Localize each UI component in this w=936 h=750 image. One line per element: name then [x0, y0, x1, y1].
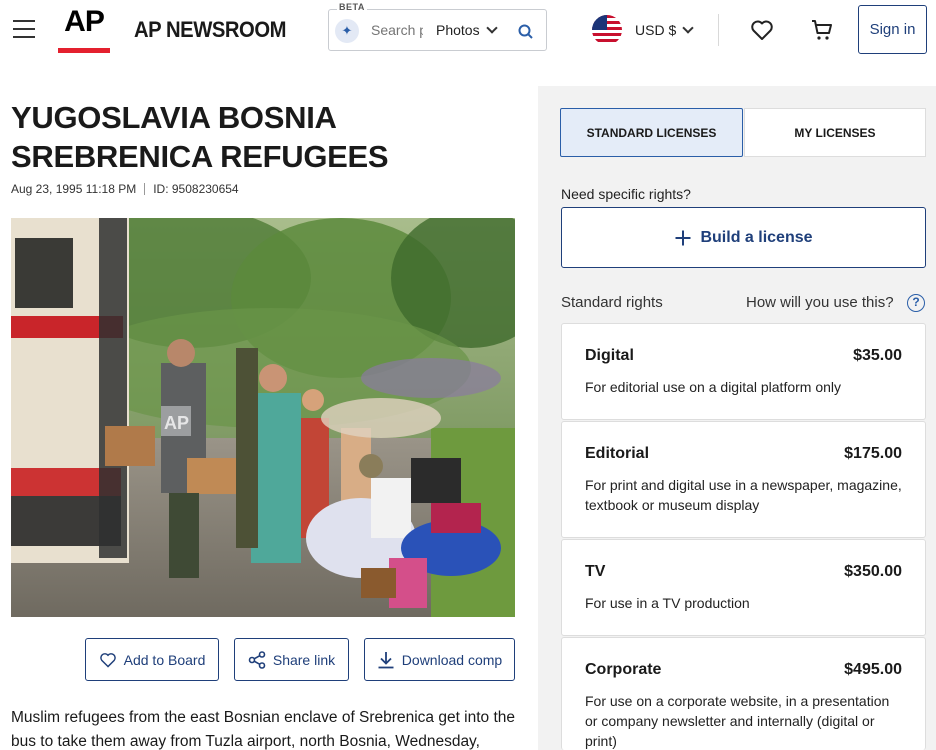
us-flag-icon[interactable] — [592, 15, 622, 45]
license-option-corporate[interactable]: Corporate $495.00 For use on a corporate… — [561, 637, 926, 750]
license-price: $350.00 — [844, 563, 902, 580]
news-photo[interactable]: AP — [11, 218, 515, 617]
add-to-board-label: Add to Board — [123, 651, 206, 668]
license-name: Corporate — [585, 661, 662, 678]
currency-select[interactable]: USD $ — [635, 22, 694, 38]
share-icon — [248, 650, 266, 669]
license-desc: For print and digital use in a newspaper… — [585, 477, 902, 513]
license-name: TV — [585, 563, 606, 580]
page-title: YUGOSLAVIA BOSNIA SREBRENICA REFUGEES — [11, 100, 389, 174]
logo-text: AP — [64, 5, 105, 38]
photo-illustration: AP — [11, 218, 515, 617]
photo-watermark: AP — [164, 413, 189, 433]
beta-badge: BETA — [337, 2, 367, 12]
license-option-editorial[interactable]: Editorial $175.00 For print and digital … — [561, 421, 926, 538]
build-license-button[interactable]: Build a license — [561, 207, 926, 268]
share-link-button[interactable]: Share link — [234, 638, 349, 681]
search-type-select[interactable]: Photos — [436, 22, 498, 38]
download-comp-label: Download comp — [401, 651, 503, 668]
menu-icon[interactable] — [13, 20, 35, 38]
how-use-link[interactable]: How will you use this? — [746, 294, 894, 311]
license-option-digital[interactable]: Digital $35.00 For editorial use on a di… — [561, 323, 926, 420]
download-icon — [378, 651, 394, 668]
photo-meta: Aug 23, 1995 11:18 PM ID: 9508230654 — [11, 182, 239, 196]
heart-icon[interactable] — [750, 19, 774, 41]
need-rights-label: Need specific rights? — [561, 186, 691, 202]
ap-logo[interactable]: AP — [58, 6, 110, 54]
chevron-down-icon — [682, 22, 694, 34]
photo-date: Aug 23, 1995 11:18 PM — [11, 182, 137, 196]
add-to-board-button[interactable]: Add to Board — [85, 638, 219, 681]
header-divider — [718, 14, 719, 46]
search-bar: BETA ✦ Photos — [328, 2, 547, 51]
site-header: AP AP NEWSROOM BETA ✦ Photos USD $ Sign … — [0, 0, 936, 62]
chevron-down-icon — [485, 22, 498, 34]
license-desc: For editorial use on a digital platform … — [585, 379, 842, 395]
tab-my-licenses[interactable]: MY LICENSES — [744, 108, 926, 157]
heart-icon — [99, 652, 116, 668]
logo-red-bar — [58, 48, 110, 53]
plus-icon — [675, 230, 691, 245]
standard-rights-label: Standard rights — [561, 294, 663, 311]
search-input[interactable] — [371, 22, 423, 38]
license-price: $175.00 — [844, 445, 902, 462]
photo-id: ID: 9508230654 — [153, 182, 239, 196]
license-desc: For use on a corporate website, in a pre… — [585, 693, 890, 749]
search-icon[interactable] — [517, 23, 535, 41]
help-icon[interactable]: ? — [907, 294, 925, 312]
license-tabs: STANDARD LICENSES MY LICENSES — [560, 108, 926, 157]
license-price: $35.00 — [853, 347, 902, 364]
download-comp-button[interactable]: Download comp — [364, 638, 515, 681]
license-desc: For use in a TV production — [585, 595, 750, 611]
currency-value: USD $ — [635, 22, 677, 38]
sign-in-button[interactable]: Sign in — [858, 5, 927, 54]
license-price: $495.00 — [844, 661, 902, 678]
brand-name[interactable]: AP NEWSROOM — [134, 17, 286, 43]
license-name: Editorial — [585, 445, 650, 462]
license-name: Digital — [585, 347, 634, 364]
build-license-label: Build a license — [700, 228, 813, 246]
search-type-value: Photos — [436, 22, 480, 38]
cart-icon[interactable] — [810, 18, 834, 42]
sparkle-icon: ✦ — [335, 19, 359, 43]
license-option-tv[interactable]: TV $350.00 For use in a TV production — [561, 539, 926, 636]
share-link-label: Share link — [272, 651, 336, 668]
photo-caption: Muslim refugees from the east Bosnian en… — [11, 709, 516, 750]
tab-standard-licenses[interactable]: STANDARD LICENSES — [560, 108, 743, 157]
